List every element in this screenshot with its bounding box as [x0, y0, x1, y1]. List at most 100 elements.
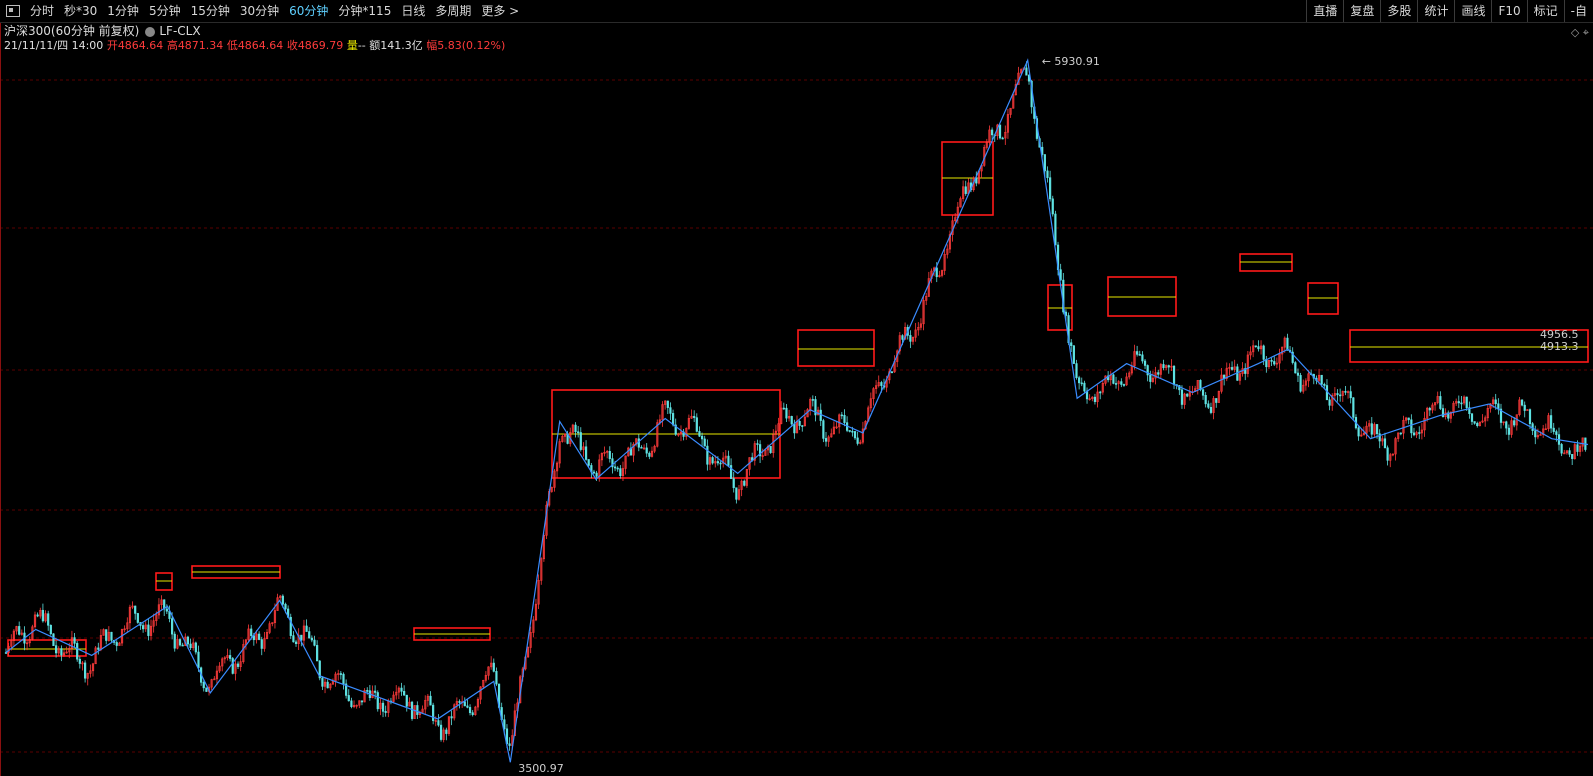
candle-body	[76, 643, 79, 660]
right-price-label-1: 4913.3	[1540, 340, 1579, 353]
candle-body	[466, 705, 469, 708]
candle-body	[1080, 382, 1083, 385]
toolbar-button-7[interactable]: -自	[1563, 0, 1593, 22]
candle-body	[782, 407, 785, 410]
low-label: 低	[226, 39, 238, 52]
candle-body	[437, 720, 440, 726]
candle-body	[326, 681, 329, 689]
toolbar-button-2[interactable]: 多股	[1380, 0, 1417, 22]
candle-body	[339, 673, 342, 675]
candle-body	[693, 415, 696, 418]
candle-body	[1186, 393, 1189, 397]
indicator-toggle-icon[interactable]	[145, 26, 156, 37]
tab-1[interactable]: 秒*30	[60, 0, 101, 22]
candle-body	[258, 633, 261, 640]
amount-label: 额	[369, 39, 381, 52]
candle-body	[78, 658, 81, 664]
candle-body	[1383, 438, 1387, 449]
candle-body	[1375, 424, 1379, 435]
pin-icon[interactable]: ⌖	[1583, 26, 1589, 39]
tab-5[interactable]: 30分钟	[236, 0, 283, 22]
candle-body	[1418, 432, 1421, 434]
tab-2[interactable]: 1分钟	[103, 0, 143, 22]
candle-body	[305, 625, 308, 632]
candle-body	[18, 626, 21, 635]
tab-9[interactable]: 多周期	[431, 0, 475, 22]
high-value: 4871.34	[177, 39, 224, 52]
candle-body	[347, 695, 350, 702]
candle-body	[142, 625, 145, 630]
toolbar-button-4[interactable]: 画线	[1454, 0, 1491, 22]
candle-body	[1120, 381, 1123, 385]
candle-body	[1465, 396, 1468, 409]
candle-body	[110, 631, 113, 641]
indicator-name[interactable]: LF-CLX	[159, 24, 200, 39]
candle-body	[666, 400, 669, 408]
candle-body	[1555, 431, 1558, 435]
toolbar-button-5[interactable]: F10	[1491, 0, 1526, 22]
candle-body	[640, 446, 643, 449]
symbol-name[interactable]: 沪深300(60分钟 前复权)	[4, 24, 139, 39]
tab-4[interactable]: 15分钟	[187, 0, 234, 22]
candle-body	[463, 701, 466, 707]
open-value: 4864.64	[117, 39, 164, 52]
candle-body	[1262, 345, 1265, 360]
candle-body	[1180, 389, 1184, 405]
candle-body	[856, 437, 859, 444]
toolbar-button-6[interactable]: 标记	[1526, 0, 1564, 22]
candle-body	[719, 462, 722, 465]
candle-body	[785, 407, 788, 419]
tab-8[interactable]: 日线	[397, 0, 429, 22]
candle-body	[410, 701, 414, 719]
candle-body	[1215, 398, 1218, 403]
candle-body	[848, 430, 851, 432]
tab-10[interactable]: 更多 >	[477, 0, 523, 22]
candle-body	[584, 446, 588, 460]
candle-body	[1093, 396, 1097, 402]
candle-body	[181, 644, 184, 647]
toolbar-button-0[interactable]: 直播	[1306, 0, 1343, 22]
candle-body	[711, 457, 714, 464]
kline-chart[interactable]: ← 5930.913500.974956.54913.3	[0, 0, 1593, 776]
layout-toggle-icon[interactable]	[6, 5, 20, 17]
candle-body	[432, 704, 435, 721]
candle-body	[1523, 404, 1526, 411]
candle-body	[671, 413, 675, 426]
candle-body	[1162, 364, 1165, 369]
candle-body	[1299, 375, 1302, 392]
candle-body	[178, 639, 182, 646]
volume-value: --	[357, 39, 366, 52]
candle-body	[36, 614, 39, 617]
candle-body	[173, 633, 176, 649]
candle-body	[1507, 427, 1510, 435]
candle-body	[1114, 383, 1118, 385]
candle-body	[84, 662, 87, 679]
tab-0[interactable]: 分时	[26, 0, 58, 22]
open-label: 开	[106, 39, 118, 52]
candle-body	[613, 466, 617, 469]
candle-body	[793, 423, 796, 434]
candle-body	[1494, 399, 1497, 405]
candle-body	[1407, 417, 1410, 421]
candle-body	[400, 687, 403, 692]
volume-label: 量	[346, 39, 358, 52]
candle-body	[1386, 447, 1389, 461]
diamond-icon[interactable]: ◇	[1571, 26, 1579, 39]
candle-body	[250, 628, 253, 637]
candle-body	[592, 471, 596, 474]
candle-body	[186, 636, 190, 645]
chart-controls: ◇ ⌖	[1571, 26, 1589, 40]
candle-body	[616, 467, 619, 470]
candle-body	[1349, 391, 1352, 399]
toolbar-button-1[interactable]: 复盘	[1343, 0, 1380, 22]
candle-body	[1505, 421, 1508, 429]
candle-body	[260, 639, 263, 649]
candle-body	[342, 673, 345, 685]
tab-6[interactable]: 60分钟	[285, 0, 332, 22]
tab-3[interactable]: 5分钟	[145, 0, 185, 22]
tab-7[interactable]: 分钟*115	[334, 0, 395, 22]
price-labels: ← 5930.913500.974956.54913.3	[518, 55, 1578, 775]
candle-body	[202, 682, 205, 689]
toolbar-button-3[interactable]: 统计	[1417, 0, 1454, 22]
candle-body	[405, 694, 408, 707]
